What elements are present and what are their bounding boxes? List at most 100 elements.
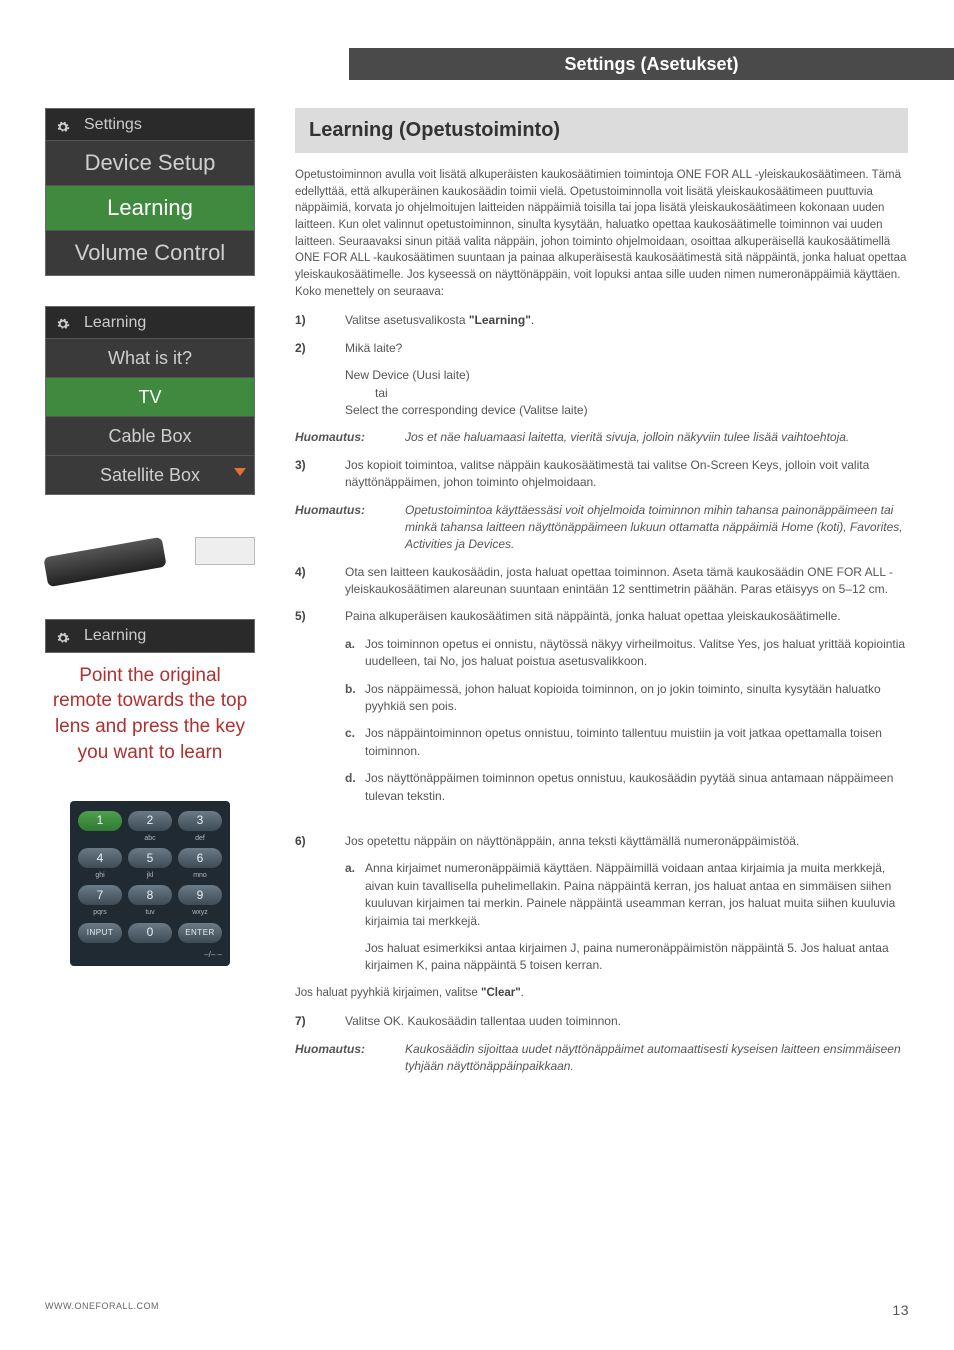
step-6a: a. Anna kirjaimet numeronäppäimiä käyttä… xyxy=(345,860,908,930)
step-number: 4) xyxy=(295,564,345,599)
step-4: 4) Ota sen laitteen kaukosäädin, josta h… xyxy=(295,564,908,599)
note-2: Huomautus: Opetustoimintoa käyttäessäsi … xyxy=(295,502,908,554)
step-7: 7) Valitse OK. Kaukosäädin tallentaa uud… xyxy=(295,1013,908,1030)
keypad-sub: tuv xyxy=(128,908,172,918)
keypad-key-enter[interactable]: ENTER xyxy=(178,923,222,943)
keypad-key-input[interactable]: INPUT xyxy=(78,923,122,943)
keypad-key-9[interactable]: 9 xyxy=(178,885,222,905)
step-6: 6) Jos opetettu näppäin on näyttönäppäin… xyxy=(295,833,908,850)
gear-icon xyxy=(56,629,70,643)
keypad-sub: def xyxy=(178,834,222,844)
step-text: Valitse asetusvalikosta xyxy=(345,313,469,327)
clear-line: Jos haluat pyyhkiä kirjaimen, valitse "C… xyxy=(295,985,908,1002)
step-6a-example: Jos haluat esimerkiksi antaa kirjaimen J… xyxy=(345,940,908,975)
clear-post: . xyxy=(521,987,524,999)
step-text: Mikä laite? xyxy=(345,340,908,357)
note-label: Huomautus xyxy=(295,430,361,444)
mini-header-label: Learning xyxy=(84,624,146,647)
sub-letter: d. xyxy=(345,770,365,805)
keypad-key-6[interactable]: 6 xyxy=(178,848,222,868)
step-5: 5) Paina alkuperäisen kaukosäätimen sitä… xyxy=(295,608,908,625)
step-number: 1) xyxy=(295,312,345,329)
sub-text: Jos näyttönäppäimen toiminnon opetus onn… xyxy=(365,770,908,805)
menu-item-device-setup[interactable]: Device Setup xyxy=(46,140,254,185)
step-text: Jos opetettu näppäin on näyttönäppäin, a… xyxy=(345,833,908,850)
sub-text: Anna kirjaimet numeronäppäimiä käyttäen.… xyxy=(365,860,908,930)
menu-item-label: Satellite Box xyxy=(100,465,200,485)
step-5c: c. Jos näppäintoiminnon opetus onnistuu,… xyxy=(345,725,908,760)
sub-letter: a. xyxy=(345,636,365,671)
step-bold: "Learning" xyxy=(469,313,531,327)
page-header-tab: Settings (Asetukset) xyxy=(349,48,954,80)
note-text: Kaukosäädin sijoittaa uudet näyttönäppäi… xyxy=(405,1041,908,1076)
keypad-key-0[interactable]: 0 xyxy=(128,923,172,943)
menu-item-learning[interactable]: Learning xyxy=(46,185,254,230)
mini-header-learning-instr: Learning xyxy=(46,620,254,651)
chevron-down-icon xyxy=(234,468,246,476)
step-3: 3) Jos kopioit toimintoa, valitse näppäi… xyxy=(295,457,908,492)
step-number: 7) xyxy=(295,1013,345,1030)
sub-text: Jos haluat esimerkiksi antaa kirjaimen J… xyxy=(365,940,908,975)
step-5a: a. Jos toiminnon opetus ei onnistu, näyt… xyxy=(345,636,908,671)
keypad-key-8[interactable]: 8 xyxy=(128,885,172,905)
keypad-key-2[interactable]: 2 xyxy=(128,811,172,831)
left-column: Settings Device Setup Learning Volume Co… xyxy=(45,108,255,966)
sub-letter: c. xyxy=(345,725,365,760)
keypad-footer: –/– – xyxy=(78,946,222,961)
option-line: tai xyxy=(345,385,908,402)
receiver-icon xyxy=(195,537,255,565)
keypad-sub: pqrs xyxy=(78,908,122,918)
menu-item-cable-box[interactable]: Cable Box xyxy=(46,416,254,455)
note-1: Huomautus: Jos et näe haluamaasi laitett… xyxy=(295,429,908,446)
sub-letter: a. xyxy=(345,860,365,930)
sub-letter: b. xyxy=(345,681,365,716)
mini-header-learning: Learning xyxy=(46,307,254,338)
step-1: 1) Valitse asetusvalikosta "Learning". xyxy=(295,312,908,329)
keypad-sub: abc xyxy=(128,834,172,844)
step-number: 5) xyxy=(295,608,345,625)
keypad-key-5[interactable]: 5 xyxy=(128,848,172,868)
main-content: Learning (Opetustoiminto) Opetustoiminno… xyxy=(295,108,908,1086)
page-number: 13 xyxy=(892,1300,909,1320)
keypad-sub xyxy=(78,834,122,844)
step-text: Jos kopioit toimintoa, valitse näppäin k… xyxy=(345,457,908,492)
intro-text: Opetustoiminnon avulla voit lisätä alkup… xyxy=(295,167,908,300)
note-label: Huomautus xyxy=(295,1042,361,1056)
mini-screen-learning-devices: Learning What is it? TV Cable Box Satell… xyxy=(45,306,255,496)
step-text: Ota sen laitteen kaukosäädin, josta halu… xyxy=(345,564,908,599)
option-line: Select the corresponding device (Valitse… xyxy=(345,402,908,419)
note-label: Huomautus xyxy=(295,503,361,517)
sub-text: Jos näppäintoiminnon opetus onnistuu, to… xyxy=(365,725,908,760)
section-title: Learning (Opetustoiminto) xyxy=(295,108,908,153)
clear-pre: Jos haluat pyyhkiä kirjaimen, valitse xyxy=(295,987,481,999)
step-2-options: New Device (Uusi laite) tai Select the c… xyxy=(345,367,908,419)
menu-item-satellite-box[interactable]: Satellite Box xyxy=(46,455,254,494)
menu-item-volume-control[interactable]: Volume Control xyxy=(46,230,254,275)
sub-text: Jos näppäimessä, johon haluat kopioida t… xyxy=(365,681,908,716)
step-5b: b. Jos näppäimessä, johon haluat kopioid… xyxy=(345,681,908,716)
mini-header-label: Settings xyxy=(84,113,142,136)
keypad-key-3[interactable]: 3 xyxy=(178,811,222,831)
mini-header-settings: Settings xyxy=(46,109,254,140)
note-text: Jos et näe haluamaasi laitetta, vieritä … xyxy=(405,429,908,446)
step-number: 3) xyxy=(295,457,345,492)
step-2: 2) Mikä laite? xyxy=(295,340,908,357)
step-5d: d. Jos näyttönäppäimen toiminnon opetus … xyxy=(345,770,908,805)
keypad-sub: mno xyxy=(178,871,222,881)
page-footer: WWW.ONEFORALL.COM 13 xyxy=(45,1300,909,1320)
keypad-key-7[interactable]: 7 xyxy=(78,885,122,905)
remote-diagram xyxy=(45,525,255,589)
mini-screen-instruction: Learning Point the original remote towar… xyxy=(45,619,255,765)
option-line: New Device (Uusi laite) xyxy=(345,367,908,384)
keypad-key-4[interactable]: 4 xyxy=(78,848,122,868)
keypad-key-1[interactable]: 1 xyxy=(78,811,122,831)
menu-item-what-is-it[interactable]: What is it? xyxy=(46,338,254,377)
step-number: 6) xyxy=(295,833,345,850)
clear-bold: "Clear" xyxy=(481,987,521,999)
menu-item-tv[interactable]: TV xyxy=(46,377,254,416)
step-number: 2) xyxy=(295,340,345,357)
keypad-sub: ghi xyxy=(78,871,122,881)
sub-text: Jos toiminnon opetus ei onnistu, näytöss… xyxy=(365,636,908,671)
mini-header-label: Learning xyxy=(84,311,146,334)
keypad: 1 2 3 abc def 4 5 6 ghi jkl mno 7 8 9 pq… xyxy=(70,801,230,966)
